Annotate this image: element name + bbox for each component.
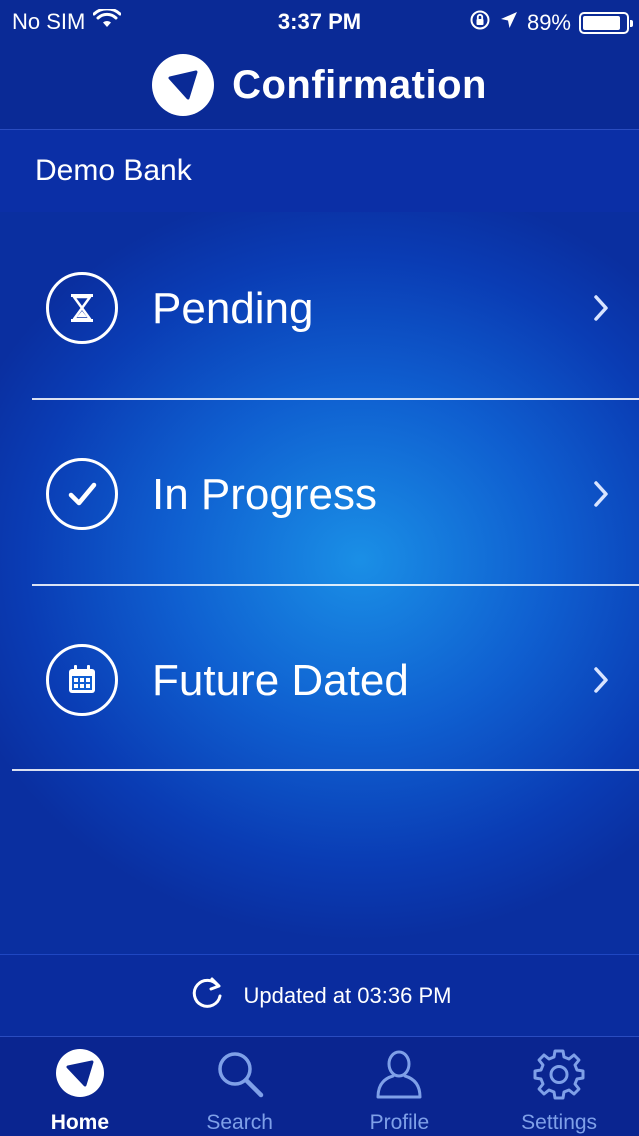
app-logo-icon	[152, 54, 215, 116]
nav-header: Confirmation	[0, 42, 639, 130]
profile-icon	[320, 1047, 480, 1101]
tab-settings[interactable]: Settings	[479, 1037, 639, 1136]
chevron-right-icon	[593, 480, 609, 513]
chevron-right-icon	[593, 666, 609, 699]
status-bar: No SIM 3:37 PM 89%	[0, 0, 639, 42]
tab-label: Profile	[369, 1111, 430, 1134]
tab-label: Home	[50, 1111, 110, 1134]
gear-icon	[479, 1047, 639, 1101]
battery-fill	[583, 16, 621, 30]
divider	[12, 769, 639, 771]
status-right: 89%	[469, 9, 633, 37]
menu-item-label: In Progress	[152, 470, 377, 519]
tab-bar: Home Search Profile Settings	[0, 1036, 639, 1136]
orientation-lock-icon	[469, 9, 491, 37]
updated-bar[interactable]: Updated at 03:36 PM	[0, 954, 639, 1036]
tab-home[interactable]: Home	[0, 1037, 160, 1136]
menu-item-in-progress[interactable]: In Progress	[0, 400, 639, 586]
search-icon	[160, 1047, 320, 1101]
home-logo-icon	[0, 1047, 160, 1099]
chevron-right-icon	[593, 294, 609, 327]
tab-profile[interactable]: Profile	[320, 1037, 480, 1136]
checkmark-icon	[46, 458, 118, 530]
menu-item-label: Pending	[152, 284, 314, 333]
hourglass-icon	[46, 272, 118, 344]
bank-name: Demo Bank	[35, 154, 192, 187]
tab-label: Settings	[521, 1111, 598, 1134]
bank-bar: Demo Bank	[0, 130, 639, 212]
calendar-icon	[46, 644, 118, 716]
battery-percent: 89%	[526, 10, 571, 35]
tab-label: Search	[206, 1111, 273, 1134]
app-screen: No SIM 3:37 PM 89% Confirmation Demo Ban…	[0, 0, 639, 1136]
tab-search[interactable]: Search	[160, 1037, 320, 1136]
page-title: Confirmation	[232, 62, 487, 107]
refresh-icon[interactable]	[188, 974, 226, 1017]
menu-item-label: Future Dated	[152, 656, 409, 705]
location-arrow-icon	[499, 10, 519, 36]
menu-item-future-dated[interactable]: Future Dated	[0, 586, 639, 772]
menu-item-pending[interactable]: Pending	[0, 214, 639, 400]
updated-timestamp: Updated at 03:36 PM	[243, 982, 452, 1008]
battery-icon	[579, 12, 633, 34]
